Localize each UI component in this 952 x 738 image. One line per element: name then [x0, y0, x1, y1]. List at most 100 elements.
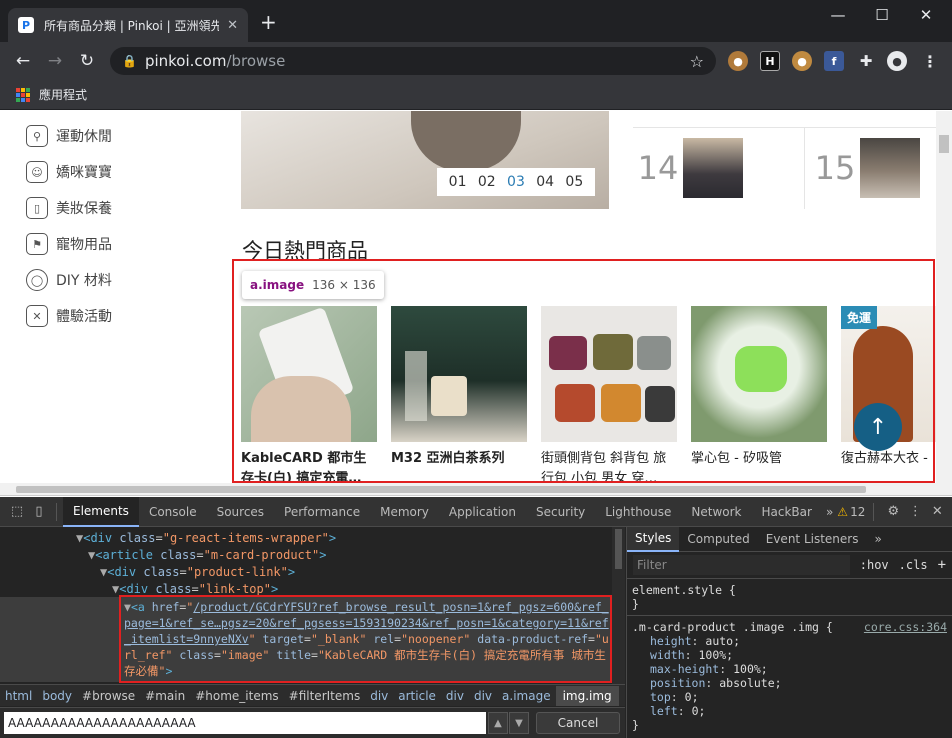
hover-state-toggle[interactable]: :hov	[860, 558, 889, 572]
product-name[interactable]: 掌心包 - 矽吸管	[691, 449, 827, 483]
tab-console[interactable]: Console	[139, 497, 207, 527]
product-card[interactable]: 掌心包 - 矽吸管	[691, 306, 827, 483]
tab-network[interactable]: Network	[681, 497, 751, 527]
more-tabs-icon[interactable]: »	[826, 505, 833, 519]
product-image[interactable]	[691, 306, 827, 442]
reload-icon[interactable]: ↻	[72, 51, 102, 71]
tab-elements[interactable]: Elements	[63, 496, 139, 527]
cookie-icon[interactable]: ●	[728, 51, 748, 71]
class-toggle[interactable]: .cls	[899, 558, 928, 572]
breadcrumb-item[interactable]: html	[0, 689, 37, 703]
apps-grid-icon[interactable]	[16, 87, 30, 102]
scrollbar-thumb[interactable]	[939, 135, 949, 153]
scrollbar-thumb[interactable]	[16, 486, 866, 493]
dom-node[interactable]: ▼<article class="m-card-product">	[88, 547, 326, 563]
css-property[interactable]: width: 100%;	[632, 648, 947, 662]
tab-styles[interactable]: Styles	[627, 526, 680, 552]
css-property[interactable]: max-height: 100%;	[632, 662, 947, 676]
css-property[interactable]: height: auto;	[632, 634, 947, 648]
settings-gear-icon[interactable]: ⚙	[882, 504, 904, 519]
back-icon[interactable]: ←	[8, 51, 38, 71]
menu-kebab-icon[interactable]: ⋮	[920, 51, 940, 71]
carousel-page-5[interactable]: 05	[565, 174, 583, 190]
carousel-page-4[interactable]: 04	[536, 174, 554, 190]
rule-selector[interactable]: element.style {	[632, 583, 947, 597]
breadcrumb-item[interactable]: div	[365, 689, 393, 703]
breadcrumb-item[interactable]: article	[393, 689, 441, 703]
sidebar-item-baby[interactable]: ☺ 嬌咪寶寶	[26, 161, 112, 183]
sidebar-item-diy[interactable]: ◯ DIY 材料	[26, 269, 112, 291]
product-name[interactable]: M32 亞洲白茶系列	[391, 449, 527, 483]
product-card[interactable]: M32 亞洲白茶系列	[391, 306, 527, 483]
tab-hackbar[interactable]: HackBar	[752, 497, 822, 527]
tab-close-icon[interactable]: ✕	[227, 18, 238, 33]
css-property[interactable]: top: 0;	[632, 690, 947, 704]
breadcrumb-item[interactable]: body	[37, 689, 77, 703]
page-horizontal-scrollbar[interactable]	[0, 483, 952, 496]
carousel-page-1[interactable]: 01	[449, 174, 467, 190]
ranking-item[interactable]: 15	[810, 127, 936, 209]
css-property[interactable]: left: 0;	[632, 704, 947, 718]
warning-count[interactable]: 12	[850, 505, 865, 519]
search-prev-icon[interactable]: ▲	[488, 712, 508, 734]
product-name[interactable]: KableCARD 都市生存卡(白) 搞定充電…	[241, 449, 377, 483]
breadcrumb-item[interactable]: #filterItems	[284, 689, 366, 703]
product-card[interactable]: KableCARD 都市生存卡(白) 搞定充電…	[241, 306, 377, 483]
product-card[interactable]: 免運 復古赫本大衣 -	[841, 306, 936, 483]
breadcrumb-item[interactable]: a.image	[497, 689, 556, 703]
dom-node[interactable]: ▼<div class="g-react-items-wrapper">	[76, 530, 336, 546]
tab-event-listeners[interactable]: Event Listeners	[758, 527, 867, 552]
tab-memory[interactable]: Memory	[370, 497, 439, 527]
hackbar-icon[interactable]: H	[760, 51, 780, 71]
product-image[interactable]	[241, 306, 377, 442]
product-name[interactable]: 復古赫本大衣 -	[841, 449, 936, 483]
scrollbar-thumb[interactable]	[615, 529, 622, 569]
styles-filter-input[interactable]: Filter	[633, 555, 850, 575]
tab-lighthouse[interactable]: Lighthouse	[595, 497, 681, 527]
breadcrumb-item[interactable]: div	[469, 689, 497, 703]
search-next-icon[interactable]: ▼	[509, 712, 529, 734]
breadcrumb-item[interactable]: #browse	[77, 689, 140, 703]
tab-application[interactable]: Application	[439, 497, 526, 527]
address-bar[interactable]: 🔒 pinkoi.com/browse ☆	[110, 47, 716, 75]
puzzle-icon[interactable]: ✚	[856, 51, 876, 71]
dom-node[interactable]: ▼<div class="product-link">	[100, 564, 295, 580]
breadcrumb-item[interactable]: div	[441, 689, 469, 703]
facebook-icon[interactable]: f	[824, 51, 844, 71]
page-vertical-scrollbar[interactable]	[936, 111, 952, 483]
dom-search-input[interactable]: AAAAAAAAAAAAAAAAAAAAAA	[4, 712, 486, 734]
breadcrumb-item[interactable]: #main	[140, 689, 190, 703]
carousel-page-2[interactable]: 02	[478, 174, 496, 190]
close-devtools-icon[interactable]: ✕	[926, 504, 948, 519]
sidebar-item-sports[interactable]: ⚲ 運動休閒	[26, 125, 112, 147]
browser-tab[interactable]: P 所有商品分類 | Pinkoi | 亞洲領先 ✕	[8, 8, 248, 42]
breadcrumb-current[interactable]: img.img	[555, 685, 619, 706]
product-image[interactable]	[541, 306, 677, 442]
cookie-editor-icon[interactable]: ●	[792, 51, 812, 71]
rule-source-link[interactable]: core.css:364	[864, 620, 947, 634]
bookmark-star-icon[interactable]: ☆	[690, 52, 704, 71]
tab-security[interactable]: Security	[526, 497, 595, 527]
dom-tree-scrollbar[interactable]	[612, 527, 625, 684]
css-property[interactable]: position: absolute;	[632, 676, 947, 690]
device-toolbar-icon[interactable]: ▯	[28, 504, 50, 519]
breadcrumb-item[interactable]: #home_items	[190, 689, 283, 703]
maximize-icon[interactable]: ☐	[862, 6, 902, 24]
forward-icon[interactable]: →	[40, 51, 70, 71]
minimize-icon[interactable]: —	[818, 6, 858, 24]
selected-node[interactable]: ▼<a href="/product/GCdrYFSU?ref_browse_r…	[124, 599, 610, 679]
sidebar-item-experience[interactable]: ✕ 體驗活動	[26, 305, 112, 327]
tab-sources[interactable]: Sources	[207, 497, 274, 527]
carousel-page-3[interactable]: 03	[507, 174, 525, 190]
devtools-menu-icon[interactable]: ⋮	[904, 504, 926, 519]
sidebar-item-pets[interactable]: ⚑ 寵物用品	[26, 233, 112, 255]
scroll-top-button[interactable]: ↑	[854, 403, 902, 451]
ranking-item[interactable]: 14	[633, 127, 805, 209]
product-card[interactable]: 街頭側背包 斜背包 旅行包 小包 男女 穿…	[541, 306, 677, 483]
sidebar-item-beauty[interactable]: ▯ 美妝保養	[26, 197, 112, 219]
new-rule-icon[interactable]: +	[938, 557, 946, 573]
tab-computed[interactable]: Computed	[679, 527, 757, 552]
tab-performance[interactable]: Performance	[274, 497, 370, 527]
apps-bookmark[interactable]: 應用程式	[39, 86, 87, 103]
product-image[interactable]	[391, 306, 527, 442]
